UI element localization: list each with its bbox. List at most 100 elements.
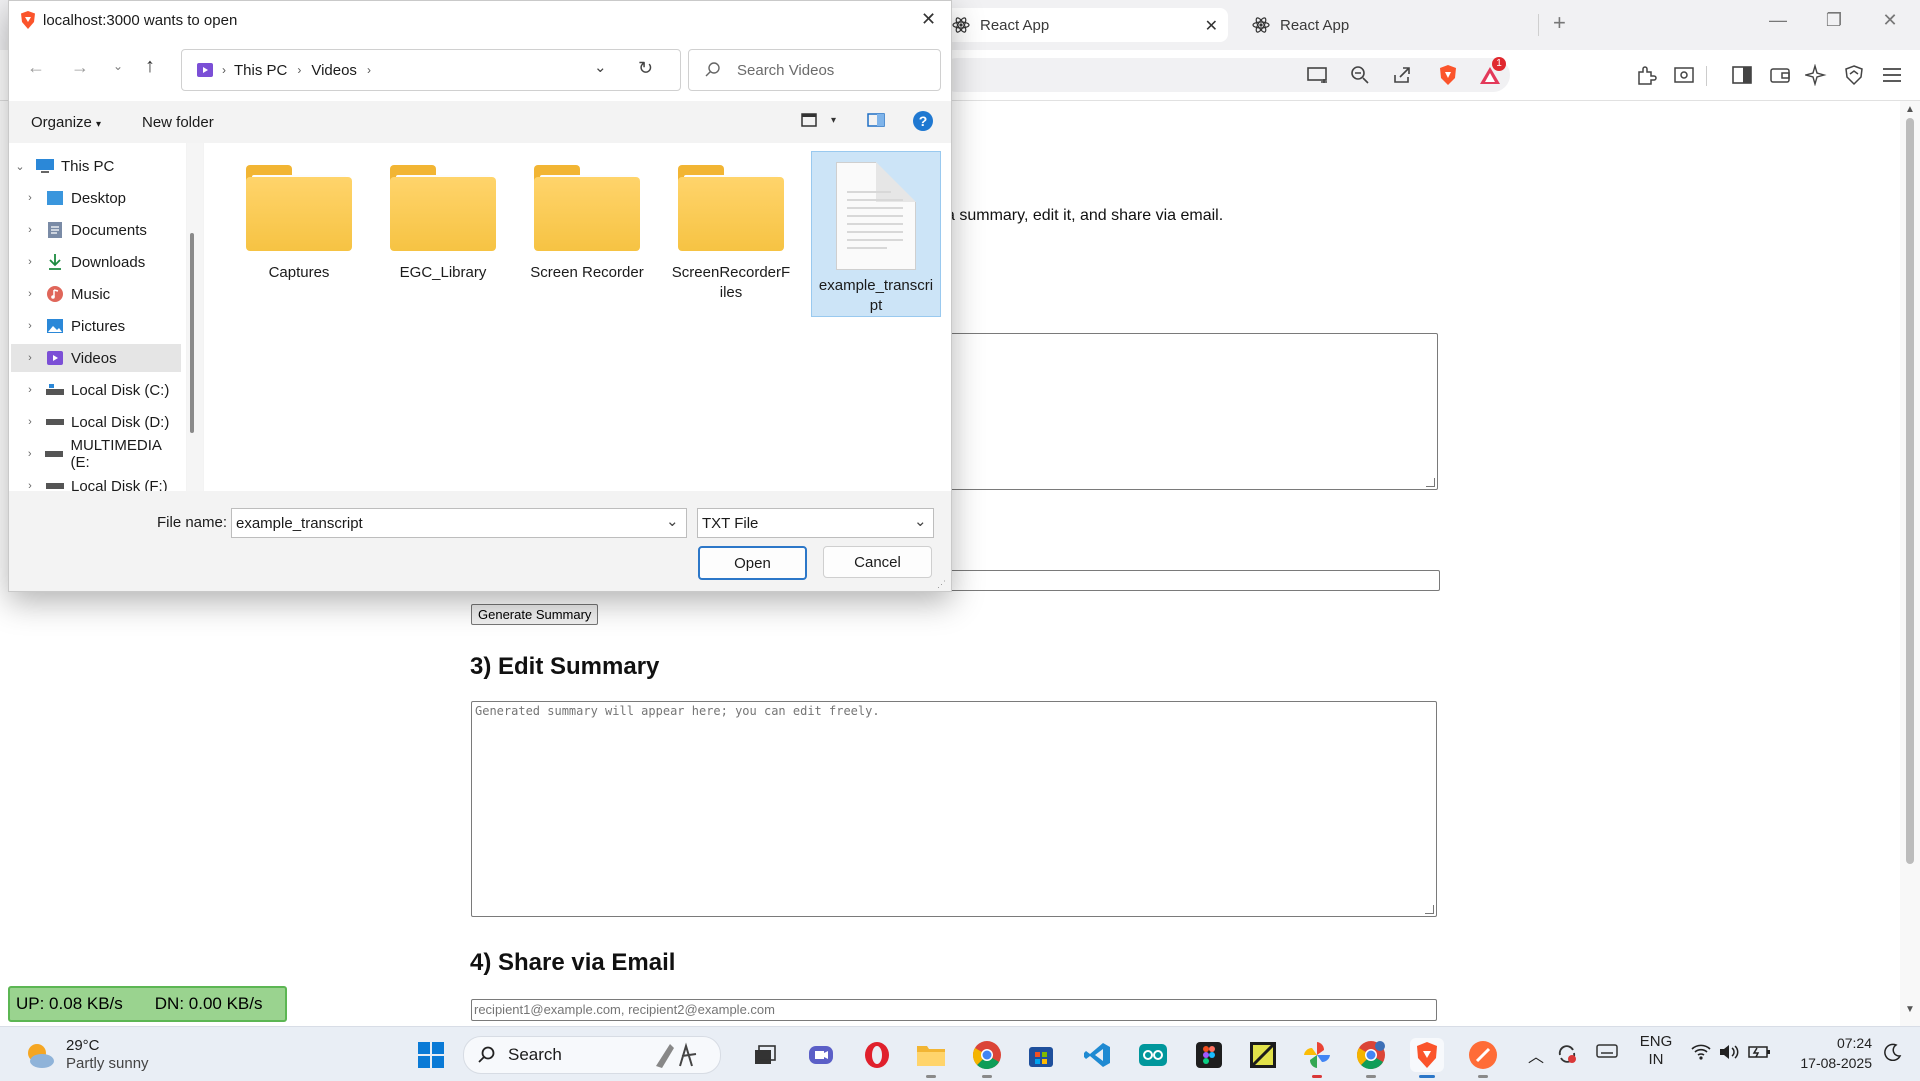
organize-button[interactable]: Organize ▾ [31, 114, 101, 131]
file-item-egc-library[interactable]: EGC_Library [379, 151, 507, 317]
forward-arrow-icon[interactable]: → [71, 57, 89, 78]
resize-handle[interactable] [1425, 905, 1434, 914]
calculator-app-icon[interactable] [1246, 1038, 1280, 1072]
arduino-icon[interactable] [1136, 1038, 1170, 1072]
vscode-icon[interactable] [1080, 1038, 1114, 1072]
battery-icon[interactable] [1748, 1043, 1772, 1066]
nav-item-local-disk-f[interactable]: › Local Disk (F:) [11, 472, 181, 492]
nav-item-this-pc[interactable]: ⌄ This PC [11, 152, 181, 180]
reader-search-icon[interactable] [1672, 63, 1696, 87]
file-item-screenrecorderfiles[interactable]: ScreenRecorderFiles [667, 151, 795, 317]
share-icon[interactable] [1390, 63, 1414, 87]
chevron-right-icon[interactable]: › [21, 352, 39, 364]
keyboard-icon[interactable] [1596, 1043, 1618, 1064]
nav-item-videos[interactable]: › Videos [11, 344, 181, 372]
chrome-icon[interactable] [970, 1038, 1004, 1078]
summary-textarea[interactable]: Generated summary will appear here; you … [471, 701, 1437, 917]
breadcrumb-videos[interactable]: Videos [311, 62, 357, 79]
chevron-down-icon[interactable]: ⌄ [11, 160, 29, 173]
chevron-right-icon[interactable]: › [21, 384, 39, 396]
breadcrumb-this-pc[interactable]: This PC [234, 62, 287, 79]
back-arrow-icon[interactable]: ← [27, 57, 45, 78]
nav-item-music[interactable]: › Music [11, 280, 181, 308]
close-window-icon[interactable]: ✕ [1862, 10, 1918, 31]
chrome-profile-icon[interactable] [1354, 1038, 1388, 1078]
nav-item-downloads[interactable]: › Downloads [11, 248, 181, 276]
restore-icon[interactable]: ❐ [1806, 10, 1862, 31]
menu-icon[interactable] [1880, 63, 1904, 87]
generate-summary-button[interactable]: Generate Summary [471, 604, 599, 625]
windows-start-icon[interactable] [414, 1038, 448, 1072]
nav-item-multimedia-e[interactable]: › MULTIMEDIA (E: [11, 437, 181, 471]
sync-icon[interactable] [1556, 1043, 1578, 1070]
wifi-icon[interactable] [1690, 1043, 1712, 1066]
scroll-down-icon[interactable]: ▼ [1904, 1004, 1916, 1015]
figma-icon[interactable] [1192, 1038, 1226, 1072]
search-videos-field[interactable]: Search Videos [688, 49, 941, 91]
tab-react-app-active[interactable]: React App ✕ [940, 8, 1228, 42]
api-key-input[interactable] [940, 570, 1440, 591]
up-arrow-icon[interactable]: ↑ [145, 55, 155, 78]
resize-handle[interactable] [1426, 478, 1435, 487]
chevron-down-icon[interactable]: ⌄ [914, 512, 927, 530]
address-bar[interactable] [940, 58, 1510, 92]
help-icon[interactable]: ? [913, 111, 933, 131]
new-tab-button[interactable]: + [1553, 10, 1566, 36]
scroll-up-icon[interactable]: ▲ [1904, 104, 1916, 115]
zoom-out-icon[interactable] [1348, 63, 1372, 87]
opera-icon[interactable] [860, 1038, 894, 1072]
chevron-down-icon[interactable]: ⌄ [666, 512, 679, 530]
page-scrollbar-thumb[interactable] [1906, 118, 1914, 864]
address-dropdown-icon[interactable]: ⌄ [594, 58, 607, 76]
nav-pane-scrollbar[interactable] [187, 143, 203, 491]
chevron-right-icon[interactable]: › [21, 288, 39, 300]
nav-item-local-disk-d[interactable]: › Local Disk (D:) [11, 408, 181, 436]
language-indicator[interactable]: ENG IN [1638, 1033, 1674, 1069]
cast-icon[interactable] [1306, 63, 1330, 87]
cancel-button[interactable]: Cancel [823, 546, 932, 578]
vpn-icon[interactable] [1842, 63, 1866, 87]
nav-item-desktop[interactable]: › Desktop [11, 184, 181, 212]
taskbar-search[interactable]: Search [463, 1036, 721, 1074]
nav-item-local-disk-c[interactable]: › Local Disk (C:) [11, 376, 181, 404]
view-dropdown-icon[interactable]: ▾ [831, 115, 836, 126]
extensions-icon[interactable] [1634, 63, 1658, 87]
microsoft-store-icon[interactable] [1024, 1038, 1058, 1072]
chevron-right-icon[interactable]: › [21, 416, 39, 428]
file-type-select[interactable]: TXT File ⌄ [697, 508, 934, 538]
file-name-input[interactable]: example_transcript ⌄ [231, 508, 687, 538]
meet-now-icon[interactable] [804, 1038, 838, 1072]
postman-icon[interactable] [1466, 1038, 1500, 1078]
new-folder-button[interactable]: New folder [142, 114, 214, 131]
view-options-icon[interactable] [801, 113, 817, 131]
chevron-right-icon[interactable]: › [21, 320, 39, 332]
brave-rewards-icon[interactable]: 1 [1478, 57, 1506, 87]
brave-browser-icon[interactable] [1410, 1038, 1444, 1078]
leo-ai-icon[interactable] [1804, 63, 1828, 87]
volume-icon[interactable] [1718, 1043, 1740, 1066]
breadcrumb[interactable]: › This PC › Videos › ⌄ ↻ [181, 49, 681, 91]
file-item-example-transcript[interactable]: example_transcript [811, 151, 941, 317]
chevron-right-icon[interactable]: › [21, 256, 39, 268]
chevron-right-icon[interactable]: › [21, 224, 39, 236]
file-item-captures[interactable]: Captures [235, 151, 363, 317]
tab-react-app[interactable]: React App [1240, 8, 1540, 42]
refresh-icon[interactable]: ↻ [638, 58, 653, 79]
minimize-icon[interactable]: — [1750, 10, 1806, 31]
file-explorer-icon[interactable] [914, 1038, 948, 1078]
chevron-right-icon[interactable]: › [21, 480, 39, 491]
email-recipients-input[interactable]: recipient1@example.com, recipient2@examp… [471, 999, 1437, 1021]
clock[interactable]: 07:24 17-08-2025 [1786, 1033, 1872, 1073]
transcript-textarea[interactable] [940, 333, 1438, 490]
show-hidden-icons-icon[interactable]: ︿ [1528, 1043, 1544, 1067]
close-tab-icon[interactable]: ✕ [1205, 16, 1218, 36]
open-button[interactable]: Open [698, 546, 807, 580]
brave-shields-icon[interactable] [1436, 63, 1460, 87]
wallet-icon[interactable] [1768, 63, 1792, 87]
chevron-right-icon[interactable]: › [21, 192, 39, 204]
close-dialog-icon[interactable]: ✕ [921, 9, 936, 30]
nav-item-pictures[interactable]: › Pictures [11, 312, 181, 340]
resize-grip-icon[interactable]: ⋰ [937, 579, 946, 590]
task-view-icon[interactable] [748, 1038, 782, 1072]
file-item-screen-recorder[interactable]: Screen Recorder [523, 151, 651, 317]
